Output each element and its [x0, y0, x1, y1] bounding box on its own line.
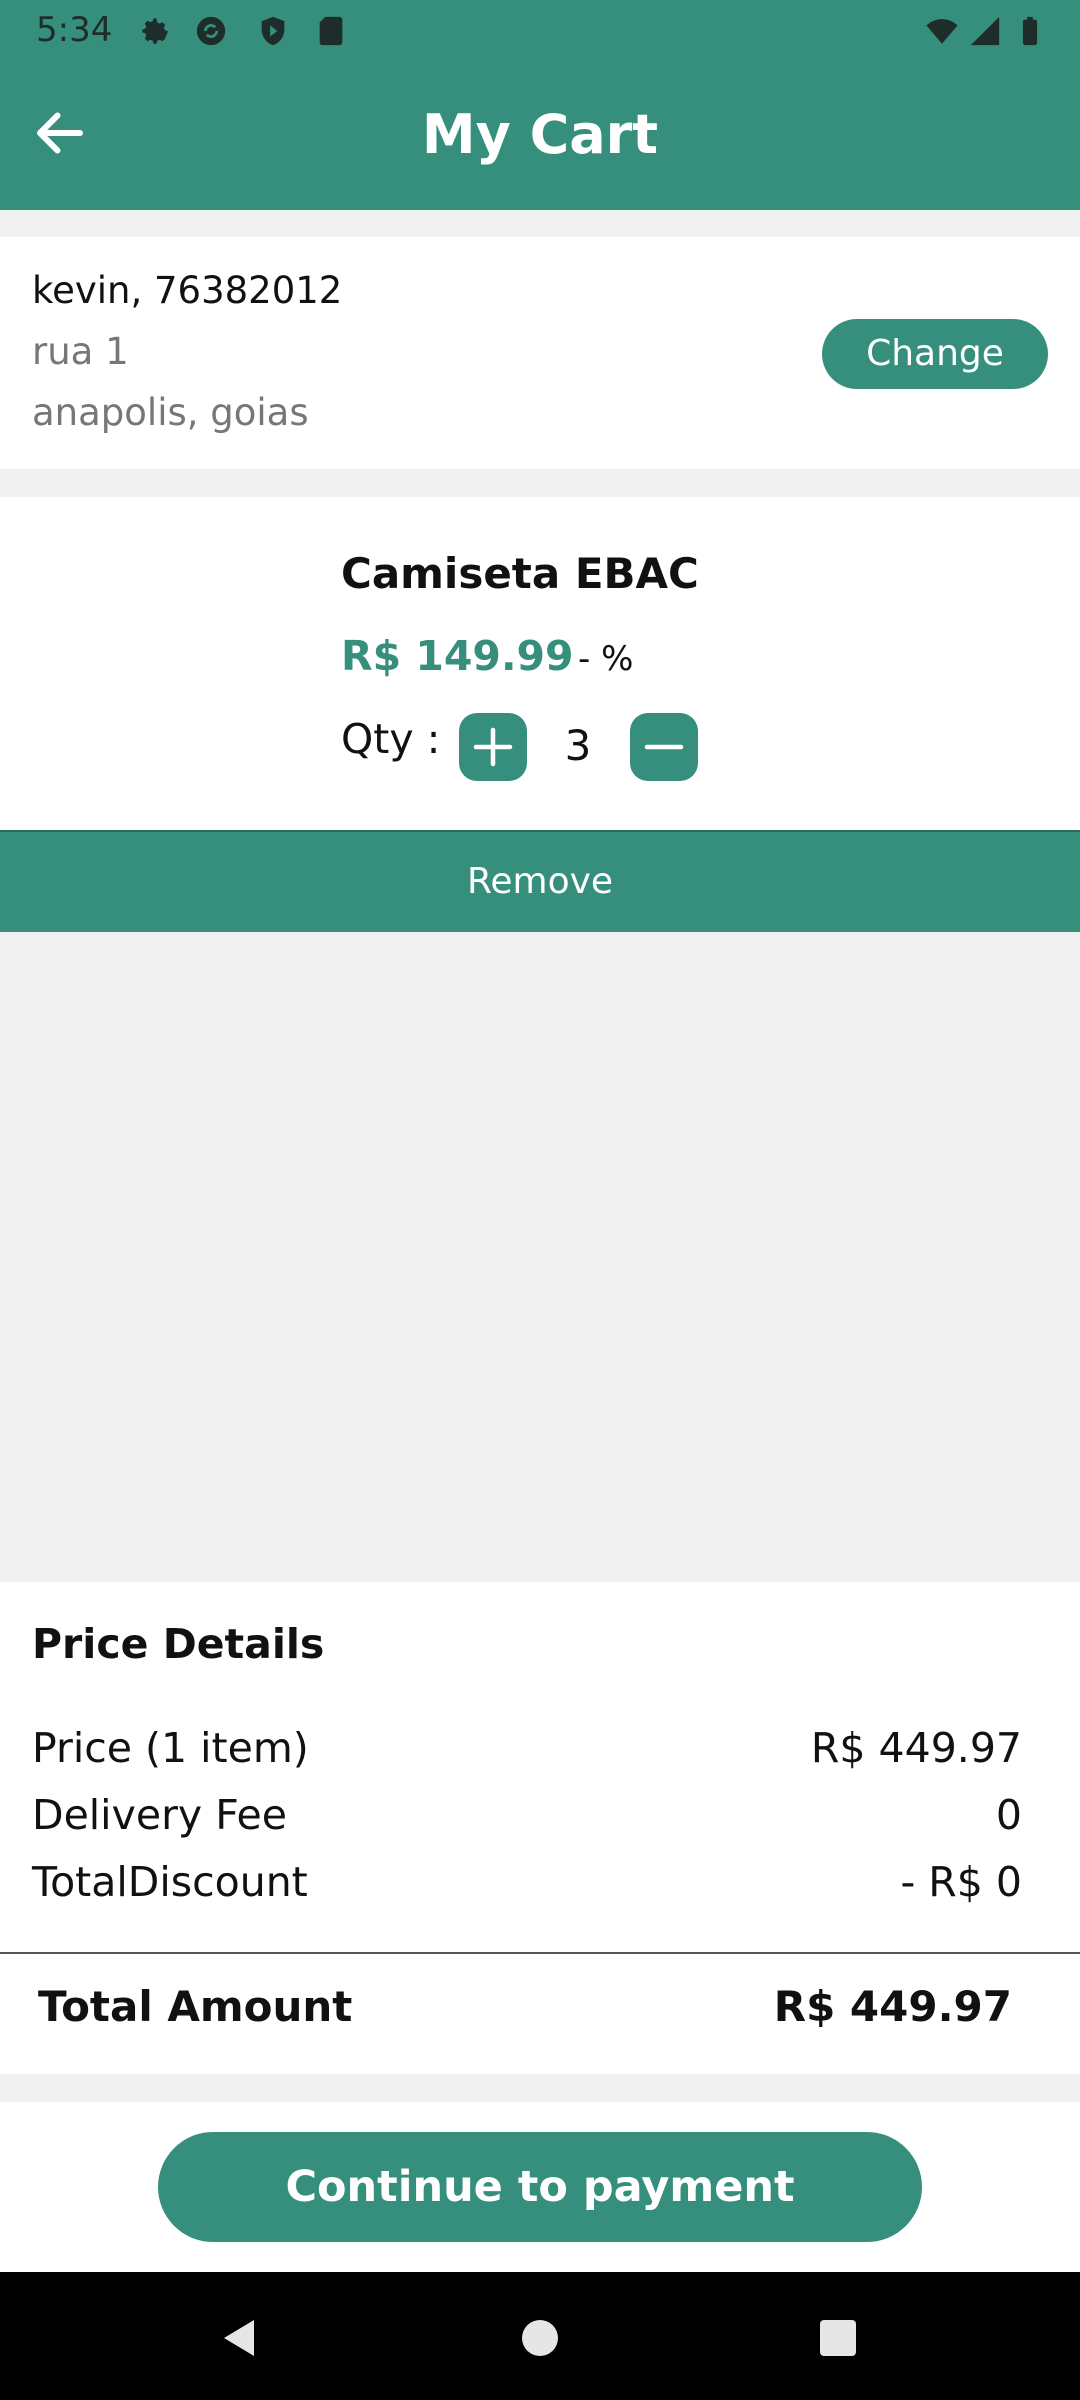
total-amount-label: Total Amount	[38, 1982, 353, 2031]
delivery-fee-label: Delivery Fee	[32, 1791, 288, 1839]
quantity-label: Qty :	[341, 715, 441, 763]
decrease-quantity-button[interactable]	[630, 713, 698, 781]
nav-home-icon[interactable]	[520, 2318, 560, 2358]
cell-signal-icon	[970, 16, 1000, 46]
increase-quantity-button[interactable]	[459, 713, 527, 781]
plus-icon	[473, 727, 513, 767]
settings-gear-icon	[142, 18, 168, 44]
price-label: Price (1 item)	[32, 1724, 309, 1772]
page-title: My Cart	[421, 103, 659, 166]
sd-card-icon	[319, 16, 343, 46]
app-bar: My Cart	[0, 63, 1080, 210]
wifi-icon	[926, 19, 958, 44]
price-value: R$ 449.97	[810, 1724, 1022, 1772]
delivery-fee-value: 0	[995, 1791, 1022, 1839]
item-name: Camiseta EBAC	[341, 549, 699, 598]
nav-back-icon[interactable]	[218, 2316, 258, 2360]
sync-icon	[196, 16, 226, 46]
address-street: rua 1	[32, 330, 129, 373]
price-details-card: Price Details Price (1 item) R$ 449.97 D…	[0, 1582, 1080, 2074]
total-amount-value: R$ 449.97	[773, 1982, 1012, 2031]
remove-item-button[interactable]: Remove	[0, 830, 1080, 932]
quantity-value: 3	[564, 721, 592, 770]
item-discount: - %	[578, 639, 634, 679]
nav-recents-icon[interactable]	[818, 2318, 858, 2358]
change-address-button[interactable]: Change	[822, 319, 1048, 389]
address-card: kevin, 76382012 rua 1 anapolis, goias Ch…	[0, 237, 1080, 469]
continue-to-payment-button[interactable]: Continue to payment	[158, 2132, 922, 2242]
minus-icon	[644, 744, 684, 750]
payment-footer: Continue to payment	[0, 2102, 1080, 2272]
address-name-phone: kevin, 76382012	[32, 269, 343, 312]
system-navigation-bar	[0, 2272, 1080, 2400]
address-city: anapolis, goias	[32, 391, 309, 434]
item-price: R$ 149.99	[341, 632, 574, 680]
shield-icon	[261, 16, 285, 46]
status-bar: 5:34	[0, 0, 1080, 63]
total-discount-value: - R$ 0	[900, 1858, 1022, 1906]
total-discount-label: TotalDiscount	[32, 1858, 308, 1906]
battery-icon	[1022, 16, 1038, 46]
divider	[0, 1952, 1080, 1954]
price-details-title: Price Details	[32, 1620, 325, 1668]
status-time: 5:34	[36, 10, 113, 50]
cart-item: Camiseta EBAC R$ 149.99 - % Qty : 3	[0, 497, 1080, 830]
